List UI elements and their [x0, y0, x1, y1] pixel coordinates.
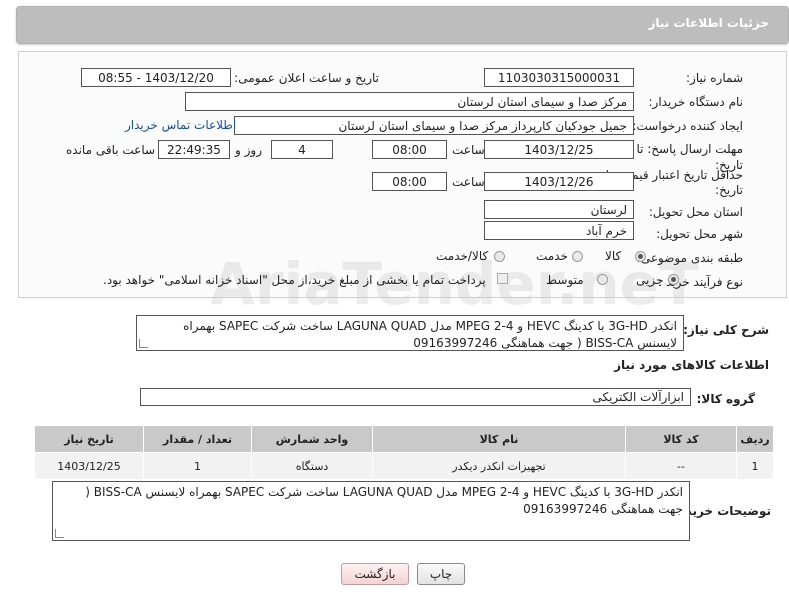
buyer-contact-link[interactable]: اطلاعات تماس خریدار: [125, 118, 236, 132]
deadline-label: مهلت ارسال پاسخ: تا: [636, 142, 743, 156]
table-row: 1 -- تجهیزات انکدر دیکدر دستگاه 1 1403/1…: [34, 452, 774, 480]
province-field: لرستان: [484, 200, 634, 219]
goods-group-label: گروه کالا:: [696, 392, 755, 406]
goods-table: ردیف کد کالا نام کالا واحد شمارش تعداد /…: [34, 425, 774, 480]
goods-table-header: ردیف کد کالا نام کالا واحد شمارش تعداد /…: [34, 425, 774, 453]
category-option-both: کالا/خدمت: [436, 249, 489, 263]
creator-label: ایجاد کننده درخواست:: [632, 119, 743, 133]
need-number-label: شماره نیاز:: [686, 71, 743, 85]
province-label: استان محل تحویل:: [648, 205, 743, 219]
days-label: روز و: [235, 143, 262, 157]
col-qty: تعداد / مقدار: [143, 425, 252, 453]
page-title: جزئیات اطلاعات نیاز: [648, 16, 769, 30]
category-radio-goods[interactable]: [635, 251, 646, 262]
buyer-notes-text: انکدر 3G-HD با کدینگ HEVC و MPEG 2-4 مدل…: [85, 485, 683, 516]
category-label: طبقه بندی موضوعی:: [636, 251, 743, 265]
category-radio-both[interactable]: [494, 251, 505, 262]
validity-time-label: ساعت: [452, 175, 485, 189]
remaining-label: ساعت باقی مانده: [66, 143, 156, 157]
summary-textarea[interactable]: انکدر 3G-HD با کدینگ HEVC و MPEG 2-4 مدل…: [136, 315, 684, 351]
remaining-time-field: 22:49:35: [158, 140, 230, 159]
buyer-notes-textarea[interactable]: انکدر 3G-HD با کدینگ HEVC و MPEG 2-4 مدل…: [52, 481, 690, 541]
resize-handle-icon[interactable]: [139, 339, 148, 348]
cell-date: 1403/12/25: [34, 452, 144, 480]
process-radio-minor[interactable]: [668, 274, 679, 285]
print-button[interactable]: چاپ: [417, 563, 465, 585]
process-option-medium: متوسط: [546, 273, 584, 287]
announce-field: 1403/12/20 - 08:55: [81, 68, 231, 87]
process-option-minor: جزیی: [636, 273, 664, 287]
goods-group-field: ابزارآلات الکتریکی: [140, 388, 691, 406]
validity-date-field: 1403/12/26: [484, 172, 634, 191]
treasury-note: پرداخت تمام یا بخشی از مبلغ خرید،از محل …: [103, 273, 486, 287]
summary-text: انکدر 3G-HD با کدینگ HEVC و MPEG 2-4 مدل…: [183, 319, 677, 350]
treasury-checkbox[interactable]: [497, 273, 508, 284]
col-unit: واحد شمارش: [251, 425, 373, 453]
category-option-service: خدمت: [536, 249, 568, 263]
days-field: 4: [271, 140, 333, 159]
cell-row: 1: [736, 452, 774, 480]
deadline-date-field: 1403/12/25: [484, 140, 634, 159]
validity-time-field: 08:00: [372, 172, 447, 191]
col-date: تاریخ نیاز: [34, 425, 144, 453]
deadline-time-field: 08:00: [372, 140, 447, 159]
city-label: شهر محل تحویل:: [656, 227, 743, 241]
need-number-field: 1103030315000031: [484, 68, 634, 87]
cell-qty: 1: [143, 452, 252, 480]
cell-code: --: [625, 452, 737, 480]
city-field: خرم آباد: [484, 221, 634, 240]
buyer-org-label: نام دستگاه خریدار:: [648, 95, 744, 109]
summary-label: شرح کلی نیاز:: [683, 323, 769, 337]
validity-label-date: تاریخ:: [715, 183, 743, 197]
goods-section-title: اطلاعات کالاهای مورد نیاز: [614, 358, 769, 372]
col-name: نام کالا: [372, 425, 626, 453]
back-button[interactable]: بازگشت: [341, 563, 409, 585]
process-radio-medium[interactable]: [597, 274, 608, 285]
col-row: ردیف: [736, 425, 774, 453]
col-code: کد کالا: [625, 425, 737, 453]
resize-handle-icon[interactable]: [55, 529, 64, 538]
buyer-org-field: مرکز صدا و سیمای استان لرستان: [185, 92, 634, 111]
category-option-goods: کالا: [605, 249, 622, 263]
cell-name: تجهیزات انکدر دیکدر: [372, 452, 626, 480]
announce-label: تاریخ و ساعت اعلان عمومی:: [234, 71, 379, 85]
deadline-time-label: ساعت: [452, 143, 485, 157]
cell-unit: دستگاه: [251, 452, 373, 480]
category-radio-service[interactable]: [572, 251, 583, 262]
creator-field: جمیل جودکیان کارپرداز مرکز صدا و سیمای ا…: [234, 116, 634, 135]
